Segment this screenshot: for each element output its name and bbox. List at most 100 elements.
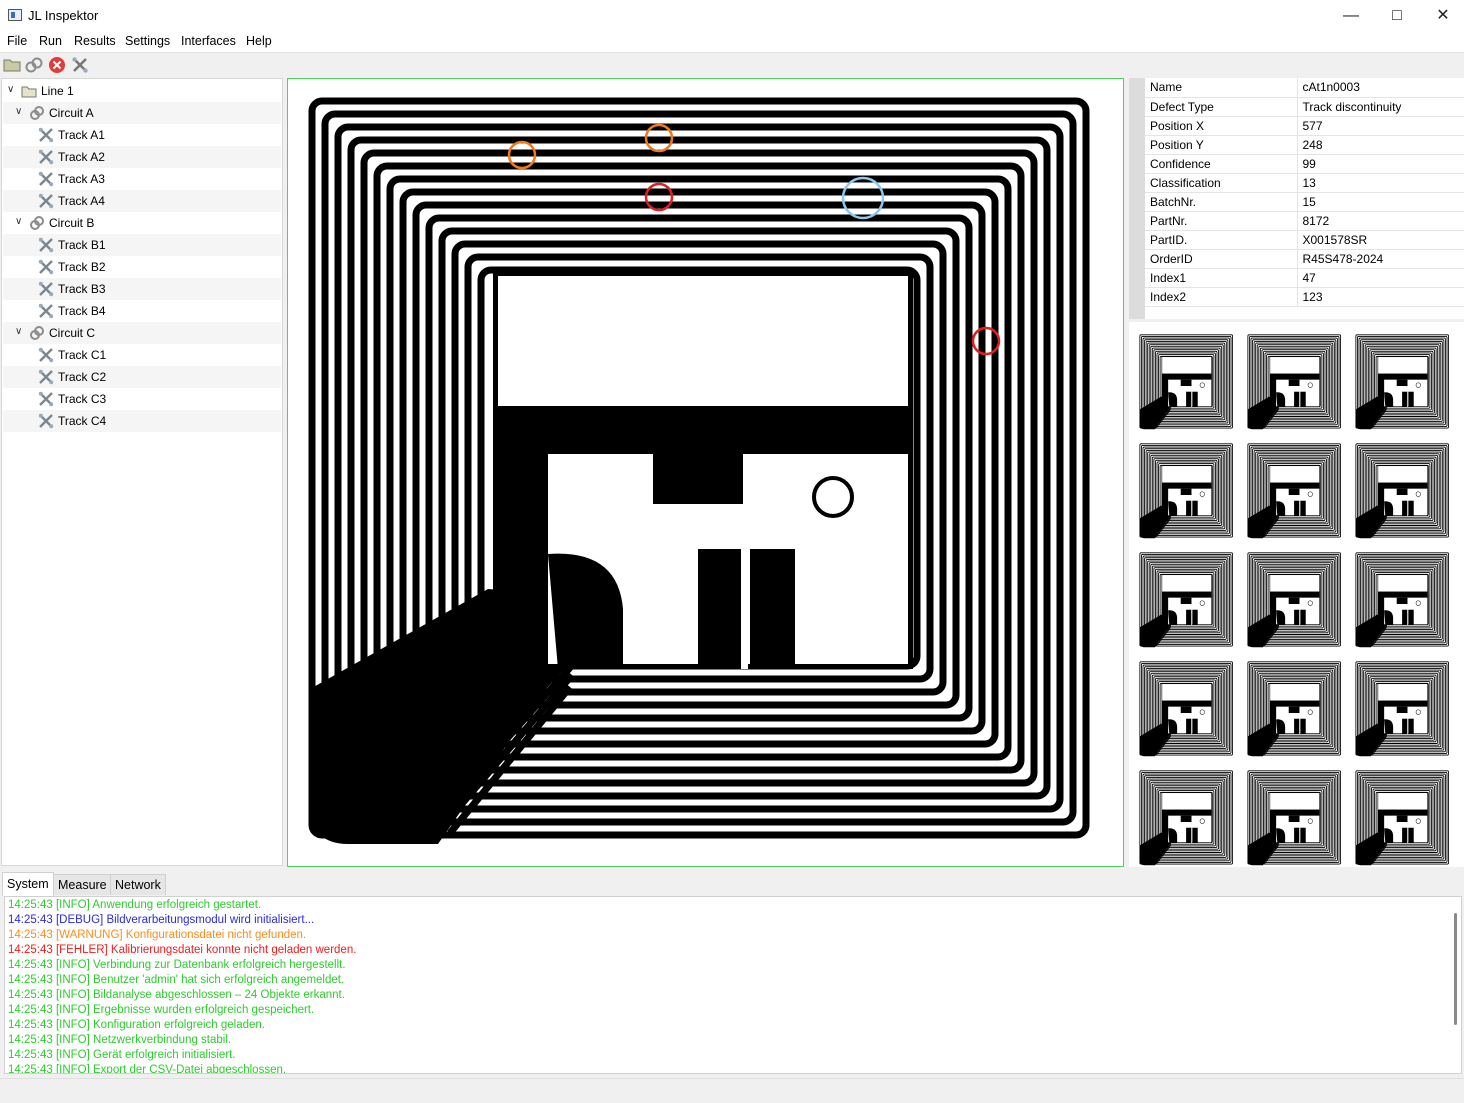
tree-track-label: Track C4 [58, 414, 107, 428]
property-value: 13 [1297, 173, 1464, 193]
tree-track-label: Track A2 [58, 150, 105, 164]
defect-thumbnail[interactable] [1353, 441, 1453, 541]
chevron-down-icon[interactable]: ∨ [15, 216, 25, 227]
defect-thumbnail[interactable] [1353, 550, 1453, 650]
property-row[interactable]: Position Y 248 [1145, 135, 1464, 155]
defect-thumbnail[interactable] [1353, 768, 1453, 868]
app-icon [8, 9, 22, 21]
tools-icon[interactable] [71, 56, 89, 74]
log-line: 14:25:43 [INFO] Verbindung zur Datenbank… [8, 959, 346, 971]
property-row[interactable]: Index2 123 [1145, 287, 1464, 307]
project-tree: ∨ Line 1 ∨ Circuit A Track A1 Track A2 Track… [1, 78, 283, 866]
maximize-button[interactable]: □ [1374, 0, 1420, 31]
property-value: 15 [1297, 192, 1464, 212]
tree-circuit[interactable]: ∨ Circuit C [3, 322, 281, 344]
property-value: 123 [1297, 287, 1464, 307]
menu-help[interactable]: Help [246, 34, 272, 48]
tree-track[interactable]: Track C1 [3, 344, 281, 366]
defect-marker-blue[interactable] [841, 176, 885, 220]
menu-results[interactable]: Results [74, 34, 116, 48]
link-icon[interactable] [25, 56, 43, 74]
menu-settings[interactable]: Settings [125, 34, 170, 48]
defect-thumbnail[interactable] [1137, 332, 1237, 432]
defect-thumbnail[interactable] [1245, 441, 1345, 541]
property-key: PartNr. [1145, 211, 1298, 231]
tab-measure[interactable]: Measure [53, 874, 112, 895]
pcb-coil-image [308, 97, 1090, 844]
property-row[interactable]: PartNr. 8172 [1145, 211, 1464, 231]
property-value: 99 [1297, 154, 1464, 174]
tree-track[interactable]: Track A3 [3, 168, 281, 190]
coil-artwork [308, 97, 1090, 844]
property-row[interactable]: Confidence 99 [1145, 154, 1464, 174]
properties-table: Name cAt1n0003 Defect Type Track discontinu… [1145, 78, 1464, 307]
property-key: Position Y [1145, 135, 1298, 155]
tree-circuit[interactable]: ∨ Circuit A [3, 102, 281, 124]
tree-root-line[interactable]: ∨ Line 1 [3, 80, 281, 102]
menu-run[interactable]: Run [39, 34, 62, 48]
tree-track[interactable]: Track B1 [3, 234, 281, 256]
log-line: 14:25:43 [INFO] Export der CSV-Datei abg… [8, 1064, 287, 1074]
tree-track[interactable]: Track B2 [3, 256, 281, 278]
close-button[interactable]: ✕ [1420, 0, 1464, 31]
tree-track[interactable]: Track A4 [3, 190, 281, 212]
property-row[interactable]: Name cAt1n0003 [1145, 78, 1464, 98]
stop-icon[interactable] [48, 56, 66, 74]
defect-thumbnail[interactable] [1137, 550, 1237, 650]
tab-system[interactable]: System [2, 872, 54, 896]
menu-file[interactable]: File [7, 34, 27, 48]
log-output[interactable]: 14:25:43 [INFO] Anwendung erfolgreich ge… [4, 896, 1462, 1074]
track-tool-icon [38, 193, 54, 209]
tree-track[interactable]: Track C3 [3, 388, 281, 410]
defect-thumbnail[interactable] [1353, 332, 1453, 432]
tree-track-label: Track A4 [58, 194, 105, 208]
track-tool-icon [38, 127, 54, 143]
tree-track[interactable]: Track A1 [3, 124, 281, 146]
defect-thumbnail[interactable] [1137, 768, 1237, 868]
defect-thumbnail[interactable] [1245, 550, 1345, 650]
menu-interfaces[interactable]: Interfaces [181, 34, 236, 48]
image-viewer[interactable] [287, 78, 1124, 867]
property-row[interactable]: Classification 13 [1145, 173, 1464, 193]
tree-track-label: Track A3 [58, 172, 105, 186]
toolbar [0, 53, 1464, 77]
tree-track[interactable]: Track C4 [3, 410, 281, 432]
log-scrollbar[interactable] [1454, 913, 1457, 1025]
property-row[interactable]: Defect Type Track discontinuity [1145, 97, 1464, 117]
track-tool-icon [38, 149, 54, 165]
defect-thumbnail[interactable] [1245, 332, 1345, 432]
minimize-button[interactable]: — [1328, 0, 1374, 31]
tree-track[interactable]: Track B3 [3, 278, 281, 300]
tree-track[interactable]: Track B4 [3, 300, 281, 322]
property-row[interactable]: BatchNr. 15 [1145, 192, 1464, 212]
defect-thumbnail[interactable] [1353, 659, 1453, 759]
log-line: 14:25:43 [INFO] Ergebnisse wurden erfolg… [8, 1004, 315, 1016]
tree-track-label: Track C2 [58, 370, 107, 384]
property-row[interactable]: PartID. X001578SR [1145, 230, 1464, 250]
property-key: BatchNr. [1145, 192, 1298, 212]
log-line: 14:25:43 [INFO] Gerät erfolgreich initia… [8, 1049, 236, 1061]
log-line: 14:25:43 [INFO] Anwendung erfolgreich ge… [8, 899, 262, 911]
properties-panel: Name cAt1n0003 Defect Type Track discontinu… [1129, 78, 1464, 319]
open-folder-icon[interactable] [3, 56, 21, 74]
property-row[interactable]: Index1 47 [1145, 268, 1464, 288]
defect-thumbnail[interactable] [1137, 659, 1237, 759]
track-tool-icon [38, 369, 54, 385]
defect-thumbnail[interactable] [1245, 768, 1345, 868]
property-key: OrderID [1145, 249, 1298, 269]
circuit-icon [30, 326, 44, 340]
chevron-down-icon[interactable]: ∨ [15, 326, 25, 337]
tab-network[interactable]: Network [110, 874, 166, 895]
tree-track[interactable]: Track C2 [3, 366, 281, 388]
property-row[interactable]: Position X 577 [1145, 116, 1464, 136]
tree-track[interactable]: Track A2 [3, 146, 281, 168]
defect-thumbnail[interactable] [1245, 659, 1345, 759]
property-row[interactable]: OrderID R45S478-2024 [1145, 249, 1464, 269]
tree-track-label: Track B1 [58, 238, 106, 252]
defect-thumbnail[interactable] [1137, 441, 1237, 541]
chevron-down-icon[interactable]: ∨ [7, 84, 17, 95]
tree-circuit[interactable]: ∨ Circuit B [3, 212, 281, 234]
property-value: 8172 [1297, 211, 1464, 231]
property-key: Index2 [1145, 287, 1298, 307]
chevron-down-icon[interactable]: ∨ [15, 106, 25, 117]
